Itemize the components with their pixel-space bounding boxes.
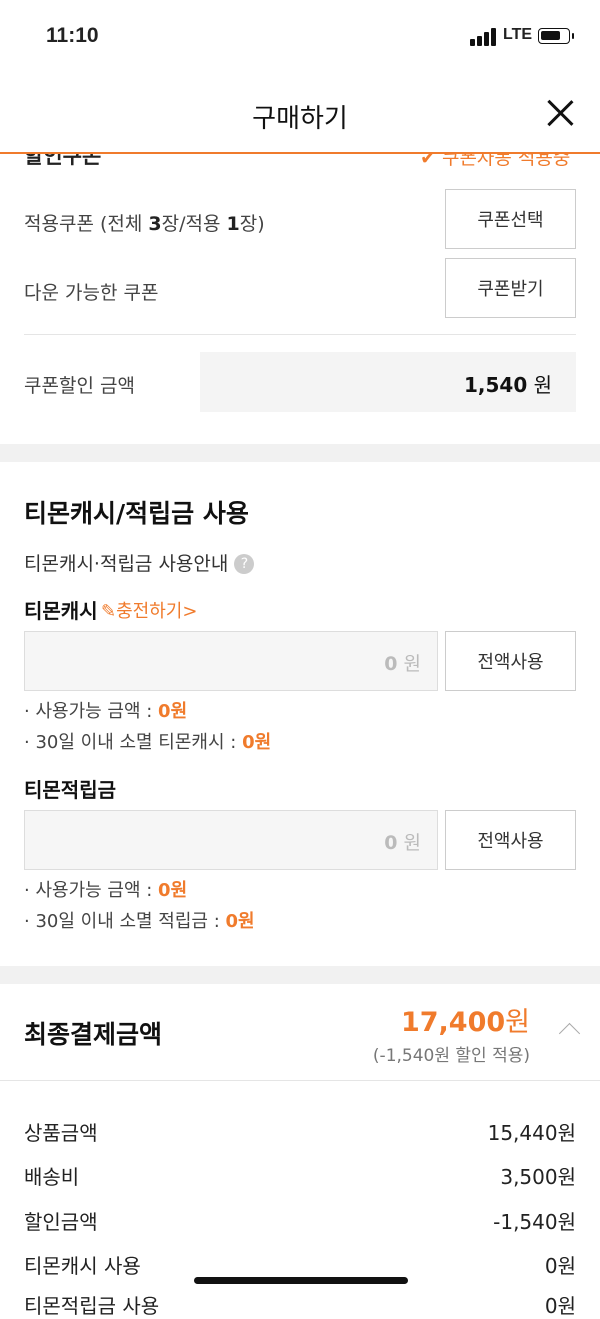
signal-icon bbox=[470, 28, 498, 46]
cash-guide-link[interactable]: 티몬캐시·적립금 사용안내 ? bbox=[24, 549, 255, 576]
charge-link[interactable]: ✎충전하기> bbox=[101, 597, 197, 623]
coupon-select-button[interactable]: 쿠폰선택 bbox=[445, 189, 576, 249]
tmon-cash-expiring: · 30일 이내 소멸 티몬캐시 : 0원 bbox=[24, 732, 272, 753]
battery-icon bbox=[538, 28, 574, 44]
home-indicator[interactable] bbox=[194, 1277, 408, 1284]
applied-coupon-label: 적용쿠폰 (전체 3장/적용 1장) bbox=[24, 213, 265, 235]
points-available: · 사용가능 금액 : 0원 bbox=[24, 880, 188, 901]
downloadable-coupon-label: 다운 가능한 쿠폰 bbox=[24, 282, 159, 304]
section-separator bbox=[0, 966, 600, 984]
summary-row: 상품금액 15,440원 bbox=[24, 1121, 576, 1145]
tmon-cash-available: · 사용가능 금액 : 0원 bbox=[24, 701, 188, 722]
cash-section-title: 티몬캐시/적립금 사용 bbox=[24, 499, 249, 528]
summary-row: 배송비 3,500원 bbox=[24, 1165, 576, 1189]
question-icon: ? bbox=[234, 554, 255, 574]
final-discount-note: (-1,540원 할인 적용) bbox=[372, 1046, 530, 1066]
tmon-cash-title: 티몬캐시 bbox=[24, 599, 98, 623]
summary-row: 할인금액 -1,540원 bbox=[24, 1210, 576, 1234]
status-bar: 11:10 LTE bbox=[0, 0, 600, 74]
coupon-download-button[interactable]: 쿠폰받기 bbox=[445, 258, 576, 318]
points-use-all-button[interactable]: 전액사용 bbox=[445, 810, 576, 870]
status-time: 11:10 bbox=[46, 24, 99, 47]
points-input[interactable]: 0 원 bbox=[24, 810, 438, 870]
pencil-icon: ✎ bbox=[101, 601, 117, 622]
page-title: 구매하기 bbox=[252, 104, 348, 134]
divider bbox=[0, 1080, 600, 1081]
summary-row: 티몬적립금 사용 0원 bbox=[24, 1294, 576, 1318]
network-type: LTE bbox=[503, 26, 533, 43]
points-expiring: · 30일 이내 소멸 적립금 : 0원 bbox=[24, 911, 255, 932]
page-header: 구매하기 bbox=[0, 74, 600, 154]
tmon-cash-use-all-button[interactable]: 전액사용 bbox=[445, 631, 576, 691]
divider bbox=[24, 334, 576, 335]
section-separator bbox=[0, 444, 600, 462]
coupon-discount-amount: 1,540 원 bbox=[463, 373, 552, 397]
close-icon[interactable] bbox=[542, 94, 578, 130]
tmon-cash-input[interactable]: 0 원 bbox=[24, 631, 438, 691]
points-title: 티몬적립금 bbox=[24, 778, 116, 802]
coupon-discount-box: 1,540 원 bbox=[200, 352, 576, 412]
final-payment-amount: 17,400원 bbox=[400, 1007, 530, 1038]
final-payment-title: 최종결제금액 bbox=[24, 1020, 163, 1049]
summary-row: 티몬캐시 사용 0원 bbox=[24, 1254, 576, 1278]
chevron-up-icon[interactable] bbox=[558, 1022, 581, 1045]
coupon-discount-label: 쿠폰할인 금액 bbox=[24, 375, 135, 397]
